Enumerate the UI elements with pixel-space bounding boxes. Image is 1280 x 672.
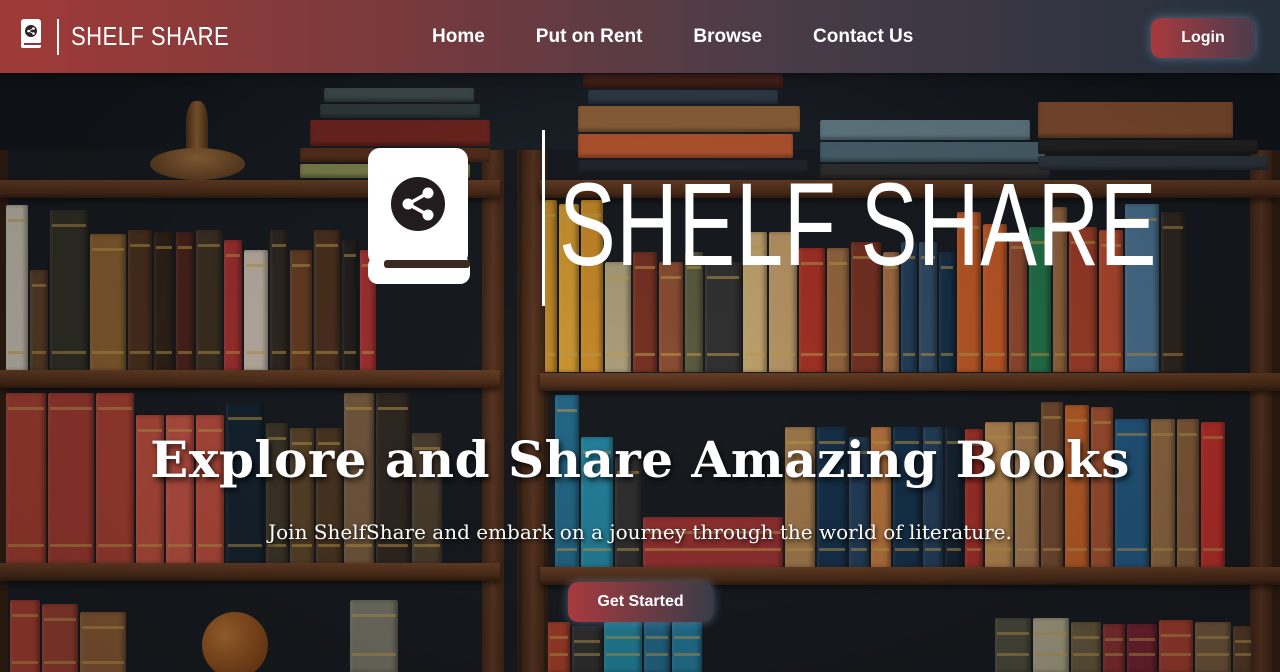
nav-link-contact-us[interactable]: Contact Us <box>813 26 913 48</box>
hero-logo: SHELF SHARE <box>366 128 1280 308</box>
nav-links: Home Put on Rent Browse Contact Us <box>432 0 964 73</box>
brand-logo[interactable]: SHELF SHARE <box>19 17 257 57</box>
nav-link-put-on-rent[interactable]: Put on Rent <box>536 26 643 48</box>
nav-link-home[interactable]: Home <box>432 26 485 48</box>
login-button[interactable]: Login <box>1151 18 1255 58</box>
book-share-icon <box>19 18 43 55</box>
brand-divider <box>57 18 59 55</box>
nav-link-browse[interactable]: Browse <box>693 26 762 48</box>
hero-title: Explore and Share Amazing Books <box>150 430 1130 489</box>
hero-brand-name: SHELF SHARE <box>559 159 1158 291</box>
hero-subtitle: Join ShelfShare and embark on a journey … <box>268 520 1012 544</box>
book-share-icon <box>366 146 472 291</box>
brand-name: SHELF SHARE <box>71 21 230 51</box>
hero-divider <box>542 130 545 306</box>
get-started-button[interactable]: Get Started <box>568 582 713 622</box>
navbar: SHELF SHARE Home Put on Rent Browse Cont… <box>0 0 1280 73</box>
